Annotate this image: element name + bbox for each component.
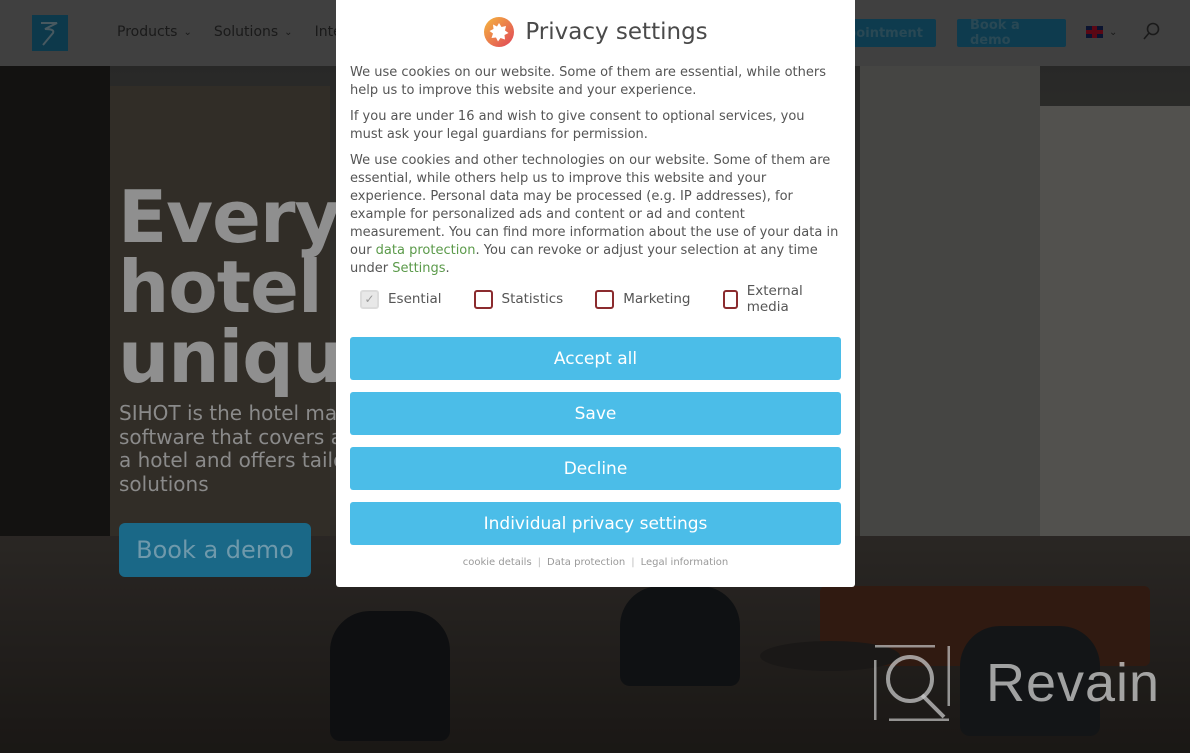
checkbox-statistics-box[interactable] — [473, 289, 493, 309]
hero-book-demo-button[interactable]: Book a demo — [119, 523, 311, 577]
data-protection-link[interactable]: data protection — [376, 243, 476, 258]
checkbox-external-media[interactable]: External media — [722, 283, 823, 315]
checkbox-statistics[interactable]: Statistics — [473, 289, 563, 309]
cookie-details-link[interactable]: cookie details — [463, 557, 532, 568]
details-paragraph: We use cookies and other technologies on… — [350, 153, 839, 276]
legal-information-link[interactable]: Legal information — [641, 557, 729, 568]
checkbox-marketing[interactable]: Marketing — [595, 289, 691, 309]
settings-link[interactable]: Settings — [392, 261, 445, 276]
intro-paragraph: We use cookies on our website. Some of t… — [350, 65, 826, 98]
privacy-settings-modal: Privacy settings We use cookies on our w… — [336, 0, 855, 587]
data-protection-footer-link[interactable]: Data protection — [547, 557, 625, 568]
hero-title: Every hotel i uniqu — [118, 175, 370, 399]
modal-footer-links: cookie details | Data protection | Legal… — [462, 557, 729, 568]
checkbox-essential: ✓ Esential — [360, 289, 442, 309]
checkbox-marketing-box[interactable] — [595, 289, 615, 309]
revain-logo-icon — [874, 645, 950, 721]
checkbox-external-media-box[interactable] — [722, 289, 738, 309]
save-button[interactable]: Save — [350, 392, 841, 435]
accept-all-button[interactable]: Accept all — [350, 337, 841, 380]
revain-watermark: Revain — [874, 645, 1160, 721]
cookie-consent-icon — [484, 17, 515, 47]
checkbox-essential-box: ✓ — [360, 289, 379, 309]
revain-text: Revain — [986, 653, 1161, 713]
age-notice-paragraph: If you are under 16 and wish to give con… — [350, 109, 805, 142]
modal-title: Privacy settings — [525, 19, 708, 45]
decline-button[interactable]: Decline — [350, 447, 841, 490]
individual-privacy-settings-button[interactable]: Individual privacy settings — [350, 502, 841, 545]
hero-subtitle: SIHOT is the hotel mana software that co… — [119, 401, 363, 496]
modal-header: Privacy settings — [336, 16, 855, 48]
consent-checkboxes: ✓ Esential Statistics Marketing External… — [360, 283, 855, 315]
